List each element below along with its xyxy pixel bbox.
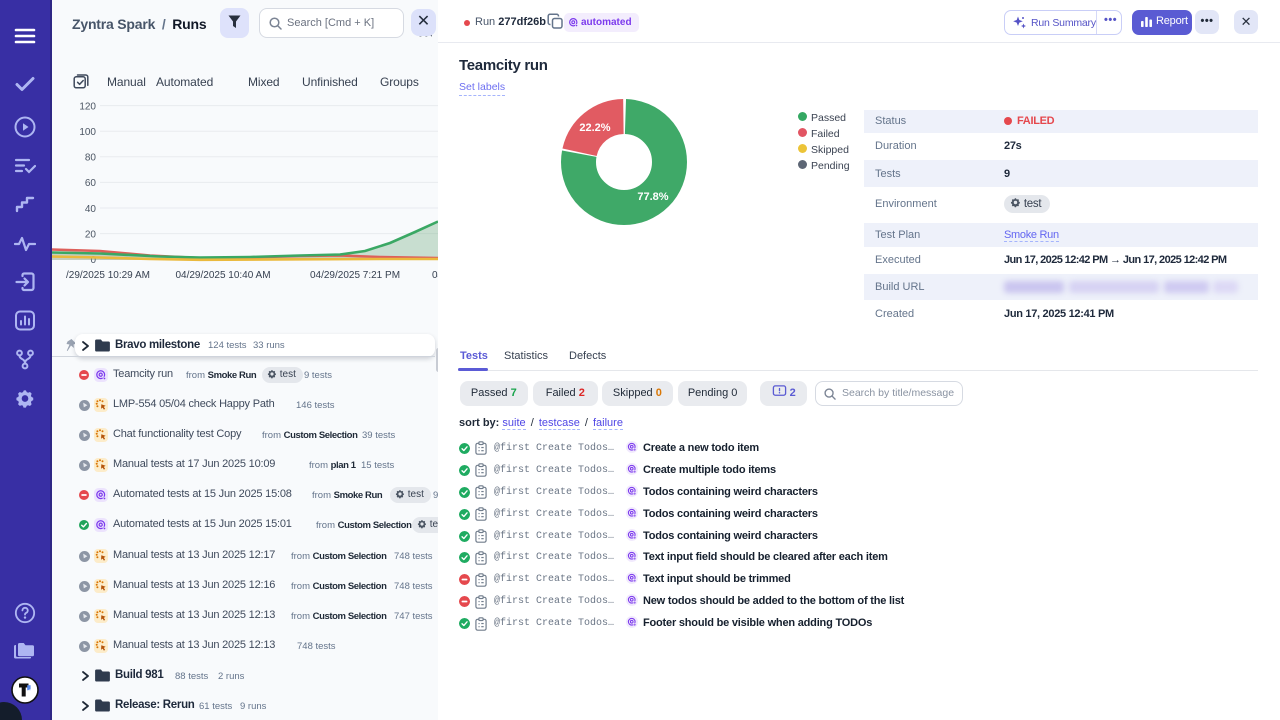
svg-text:120: 120 [79, 102, 96, 113]
svg-text:80: 80 [85, 153, 97, 164]
svg-text:04/29/2025 7:21 PM: 04/29/2025 7:21 PM [310, 270, 400, 281]
svg-text:20: 20 [85, 229, 97, 240]
svg-text:100: 100 [79, 127, 96, 138]
svg-text:60: 60 [85, 178, 97, 189]
svg-text:04/29/2025 10:40 AM: 04/29/2025 10:40 AM [175, 270, 270, 281]
svg-text:40: 40 [85, 204, 97, 215]
svg-text:77.8%: 77.8% [637, 191, 668, 203]
svg-text:/29/2025 10:29 AM: /29/2025 10:29 AM [66, 270, 150, 281]
svg-text:22.2%: 22.2% [579, 122, 610, 134]
